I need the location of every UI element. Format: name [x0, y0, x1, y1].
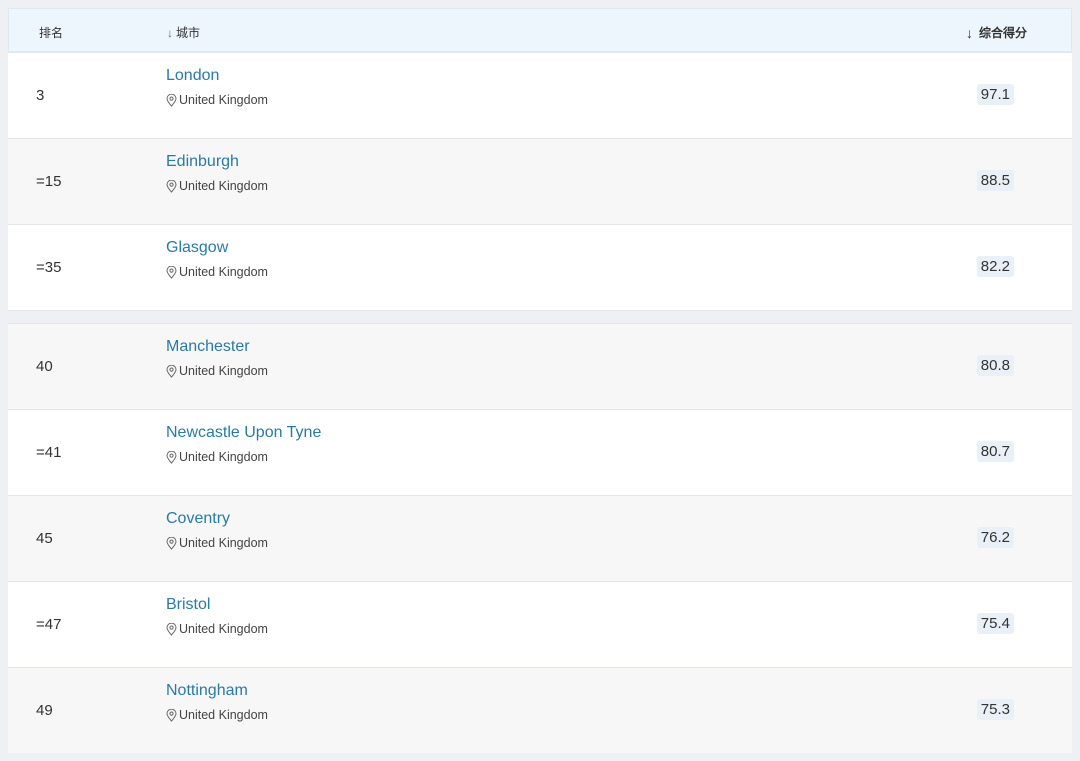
- header-score-label: 综合得分: [978, 26, 1027, 40]
- country-text: United Kingdom: [179, 265, 268, 279]
- score-badge: 75.4: [976, 613, 1014, 634]
- header-score-sort[interactable]: ↓ 综合得分: [966, 24, 1027, 41]
- city-link[interactable]: Manchester: [166, 338, 250, 356]
- country-text: United Kingdom: [179, 364, 268, 378]
- country-text: United Kingdom: [179, 450, 268, 464]
- map-pin-icon: [166, 536, 177, 550]
- score-badge: 76.2: [976, 527, 1014, 548]
- rank-value: =47: [36, 616, 62, 633]
- score-badge: 97.1: [976, 84, 1014, 105]
- country-label: United Kingdom: [166, 450, 268, 464]
- city-link[interactable]: Newcastle Upon Tyne: [166, 424, 321, 442]
- table-row: =41 Newcastle Upon Tyne United Kingdom 8…: [8, 409, 1072, 495]
- map-pin-icon: [166, 93, 177, 107]
- score-badge: 80.8: [976, 355, 1014, 376]
- map-pin-icon: [166, 265, 177, 279]
- table-row: 40 Manchester United Kingdom 80.8: [8, 323, 1072, 409]
- table-row: =47 Bristol United Kingdom 75.4: [8, 581, 1072, 667]
- city-link[interactable]: Glasgow: [166, 239, 228, 257]
- arrow-down-icon: ↓: [167, 25, 173, 40]
- score-badge: 75.3: [976, 699, 1014, 720]
- city-link[interactable]: Nottingham: [166, 682, 248, 700]
- country-label: United Kingdom: [166, 536, 268, 550]
- map-pin-icon: [166, 179, 177, 193]
- section-divider: [8, 310, 1072, 323]
- country-label: United Kingdom: [166, 179, 268, 193]
- table-row: =35 Glasgow United Kingdom 82.2: [8, 224, 1072, 310]
- country-text: United Kingdom: [179, 536, 268, 550]
- arrow-down-icon: ↓: [965, 24, 973, 41]
- country-label: United Kingdom: [166, 708, 268, 722]
- city-link[interactable]: Bristol: [166, 596, 210, 614]
- country-label: United Kingdom: [166, 93, 268, 107]
- header-city-sort[interactable]: ↓ 城市: [167, 24, 200, 41]
- rank-value: 49: [36, 702, 53, 719]
- table-row: 45 Coventry United Kingdom 76.2: [8, 495, 1072, 581]
- country-label: United Kingdom: [166, 364, 268, 378]
- table-header: 排名 ↓ 城市 ↓ 综合得分: [8, 8, 1072, 52]
- rank-value: 3: [36, 87, 45, 104]
- score-badge: 80.7: [976, 441, 1014, 462]
- table-row: =15 Edinburgh United Kingdom 88.5: [8, 138, 1072, 224]
- city-link[interactable]: Coventry: [166, 510, 230, 528]
- city-link[interactable]: London: [166, 67, 219, 85]
- score-badge: 88.5: [976, 170, 1014, 191]
- country-label: United Kingdom: [166, 265, 268, 279]
- rank-value: =35: [36, 259, 62, 276]
- rank-value: =41: [36, 444, 62, 461]
- country-text: United Kingdom: [179, 622, 268, 636]
- rank-value: =15: [36, 173, 62, 190]
- country-text: United Kingdom: [179, 708, 268, 722]
- table-row: 49 Nottingham United Kingdom 75.3: [8, 667, 1072, 753]
- map-pin-icon: [166, 450, 177, 464]
- header-city-label: 城市: [176, 26, 201, 40]
- city-link[interactable]: Edinburgh: [166, 153, 239, 171]
- score-badge: 82.2: [976, 256, 1014, 277]
- map-pin-icon: [166, 622, 177, 636]
- country-text: United Kingdom: [179, 179, 268, 193]
- map-pin-icon: [166, 364, 177, 378]
- rank-value: 40: [36, 358, 53, 375]
- header-rank[interactable]: 排名: [39, 24, 63, 41]
- rankings-table: 排名 ↓ 城市 ↓ 综合得分 3 London United Kingdom 9…: [8, 8, 1072, 753]
- map-pin-icon: [166, 708, 177, 722]
- country-label: United Kingdom: [166, 622, 268, 636]
- country-text: United Kingdom: [179, 93, 268, 107]
- rank-value: 45: [36, 530, 53, 547]
- table-row: 3 London United Kingdom 97.1: [8, 52, 1072, 138]
